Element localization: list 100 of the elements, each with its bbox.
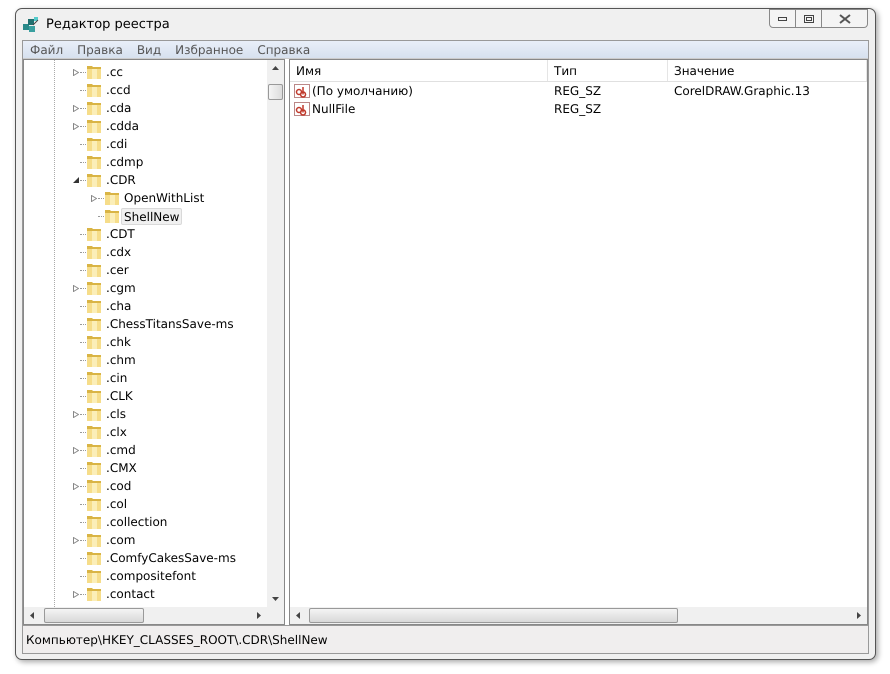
scrollbar-thumb[interactable] <box>44 608 144 623</box>
tree-item[interactable]: .ComfyCakesSave-ms <box>103 550 239 566</box>
minimize-button[interactable] <box>769 9 796 28</box>
tree-item[interactable]: .cdi <box>103 136 130 152</box>
menu-item[interactable]: Избранное <box>175 40 244 58</box>
expand-icon[interactable] <box>73 536 79 544</box>
folder-icon <box>86 82 102 98</box>
tree-item[interactable]: .cdmp <box>103 154 146 170</box>
tree-item[interactable]: .cer <box>103 262 132 278</box>
maximize-button[interactable] <box>796 9 822 28</box>
folder-icon <box>86 172 102 188</box>
folder-icon <box>86 460 102 476</box>
folder-icon <box>86 100 102 116</box>
tree-item[interactable]: .ChessTitansSave-ms <box>103 316 237 332</box>
expand-icon[interactable] <box>73 590 79 598</box>
value-data: CorelDRAW.Graphic.13 <box>674 84 810 98</box>
column-header[interactable]: Значение <box>668 60 867 81</box>
value-name[interactable]: NullFile <box>312 100 356 118</box>
menu-item[interactable]: Вид <box>136 40 162 58</box>
scrollbar-thumb[interactable] <box>309 608 678 623</box>
tree-item[interactable]: .cls <box>103 406 129 422</box>
scroll-up-icon[interactable] <box>272 66 279 70</box>
folder-icon <box>104 208 120 224</box>
folder-icon <box>104 190 120 206</box>
tree-item[interactable]: .cin <box>103 370 130 386</box>
tree-item[interactable]: .clx <box>103 424 130 440</box>
folder-icon <box>86 496 102 512</box>
folder-icon <box>86 352 102 368</box>
folder-icon <box>86 478 102 494</box>
expand-icon[interactable] <box>73 68 79 76</box>
horizontal-scrollbar[interactable] <box>24 607 284 624</box>
folder-icon <box>86 244 102 260</box>
tree-item[interactable]: OpenWithList <box>121 190 208 206</box>
folder-icon <box>86 550 102 566</box>
column-header[interactable]: Имя <box>290 60 548 81</box>
value-type: REG_SZ <box>554 84 602 98</box>
vertical-scrollbar[interactable] <box>267 60 284 607</box>
folder-icon <box>86 532 102 548</box>
expand-icon[interactable] <box>73 410 79 418</box>
tree-item[interactable]: .cgm <box>103 280 139 296</box>
folder-icon <box>86 442 102 458</box>
tree-item[interactable]: .cmd <box>103 442 139 458</box>
tree-item[interactable]: .cda <box>103 100 134 116</box>
tree-item[interactable]: .col <box>103 496 130 512</box>
folder-icon <box>86 424 102 440</box>
menu-item[interactable]: Файл <box>30 40 64 58</box>
scroll-left-icon[interactable] <box>296 612 300 619</box>
registry-cubes-icon <box>22 16 40 34</box>
tree-item[interactable]: .cha <box>103 298 134 314</box>
folder-icon <box>86 118 102 134</box>
folder-icon <box>86 568 102 584</box>
expand-icon[interactable] <box>73 446 79 454</box>
folder-icon <box>86 586 102 602</box>
scroll-down-icon[interactable] <box>272 597 279 601</box>
folder-icon <box>86 298 102 314</box>
scroll-right-icon[interactable] <box>857 612 861 619</box>
tree-item[interactable]: .collection <box>103 514 170 530</box>
expand-icon[interactable] <box>73 104 79 112</box>
tree-item[interactable]: .CLK <box>103 388 136 404</box>
scroll-left-icon[interactable] <box>30 612 34 619</box>
minimize-icon <box>778 16 787 20</box>
string-value-icon <box>294 83 310 99</box>
folder-icon <box>86 370 102 386</box>
expand-icon[interactable] <box>91 194 97 202</box>
status-bar-path: Компьютер\HKEY_CLASSES_ROOT\.CDR\ShellNew <box>26 632 328 648</box>
folder-icon <box>86 514 102 530</box>
tree-item[interactable]: ShellNew <box>121 208 182 224</box>
tree-item[interactable]: .chk <box>103 334 134 350</box>
expand-icon[interactable] <box>73 122 79 130</box>
folder-icon <box>86 388 102 404</box>
close-button[interactable] <box>822 9 868 28</box>
tree-item[interactable]: .CDT <box>103 226 138 242</box>
tree-item[interactable]: .ccd <box>103 82 134 98</box>
tree-item[interactable]: .chm <box>103 352 139 368</box>
maximize-icon <box>804 14 814 22</box>
expand-icon[interactable] <box>73 482 79 490</box>
tree-item[interactable]: .CMX <box>103 460 140 476</box>
folder-icon <box>86 64 102 80</box>
tree-item[interactable]: .contact <box>103 586 158 602</box>
folder-icon <box>86 280 102 296</box>
folder-icon <box>86 406 102 422</box>
tree-item[interactable]: .CDR <box>103 172 139 188</box>
tree-item[interactable]: .compositefont <box>103 568 199 584</box>
column-header[interactable]: Тип <box>548 60 668 81</box>
scrollbar-thumb[interactable] <box>268 84 283 100</box>
folder-icon <box>86 136 102 152</box>
menu-item[interactable]: Правка <box>77 40 123 58</box>
tree-item[interactable]: .cdda <box>103 118 142 134</box>
scroll-right-icon[interactable] <box>257 612 261 619</box>
collapse-icon[interactable] <box>73 176 79 184</box>
tree-item[interactable]: .cc <box>103 64 126 80</box>
horizontal-scrollbar[interactable] <box>290 607 867 624</box>
folder-icon <box>86 226 102 242</box>
tree-item[interactable]: .com <box>103 532 138 548</box>
window-title: Редактор реестра <box>46 16 170 34</box>
tree-item[interactable]: .cdx <box>103 244 134 260</box>
tree-item[interactable]: .cod <box>103 478 134 494</box>
expand-icon[interactable] <box>73 284 79 292</box>
value-name[interactable]: (По умолчанию) <box>312 82 413 100</box>
menu-item[interactable]: Справка <box>257 40 310 58</box>
